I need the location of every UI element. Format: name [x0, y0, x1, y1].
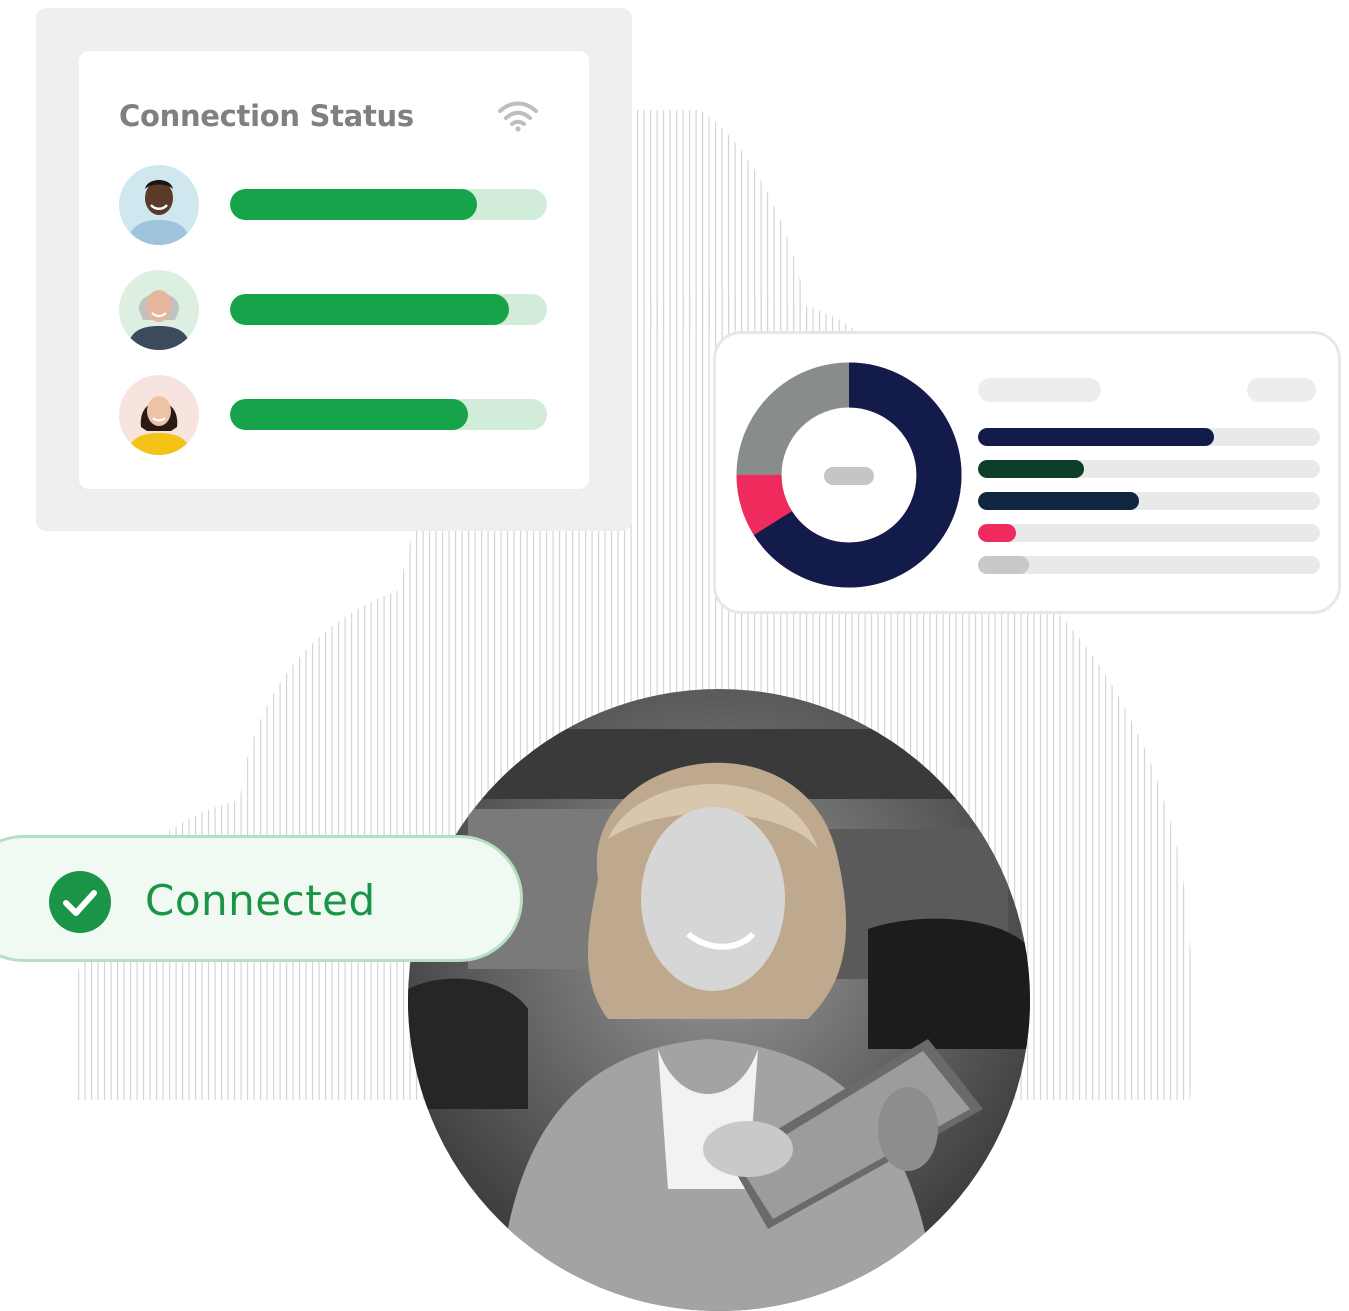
connection-status-card: Connection Status	[79, 51, 589, 489]
metric-bar-fill	[978, 460, 1085, 478]
donut-center-label-placeholder	[824, 467, 874, 485]
metric-bar	[978, 492, 1320, 510]
connection-progress-bar	[230, 294, 547, 325]
metric-bar-fill	[978, 556, 1030, 574]
connection-progress-fill	[230, 399, 468, 430]
connection-row	[119, 270, 549, 350]
connection-progress-fill	[230, 189, 478, 220]
metric-bar	[978, 428, 1320, 446]
metric-bar	[978, 524, 1320, 542]
connection-row	[119, 165, 549, 245]
check-circle-icon	[49, 871, 111, 933]
wifi-icon	[498, 101, 538, 132]
avatar-man	[119, 165, 199, 245]
connection-status-title: Connection Status	[119, 99, 414, 133]
woman-with-tablet-photo	[408, 689, 1030, 1311]
connection-row	[119, 375, 549, 455]
metric-bar-fill	[978, 524, 1016, 542]
connected-status-badge: Connected	[0, 835, 523, 962]
metric-bar	[978, 556, 1320, 574]
header-placeholder	[1247, 378, 1316, 402]
avatar-older-woman	[119, 270, 199, 350]
header-placeholder	[978, 378, 1101, 402]
connection-progress-bar	[230, 399, 547, 430]
avatar-young-woman	[119, 375, 199, 455]
connection-progress-bar	[230, 189, 547, 220]
donut-chart	[736, 362, 962, 588]
connection-progress-fill	[230, 294, 509, 325]
metric-bar	[978, 460, 1320, 478]
metric-bar-fill	[978, 492, 1139, 510]
analytics-card	[713, 331, 1341, 614]
connected-label: Connected	[145, 876, 376, 925]
metric-bar-fill	[978, 428, 1214, 446]
